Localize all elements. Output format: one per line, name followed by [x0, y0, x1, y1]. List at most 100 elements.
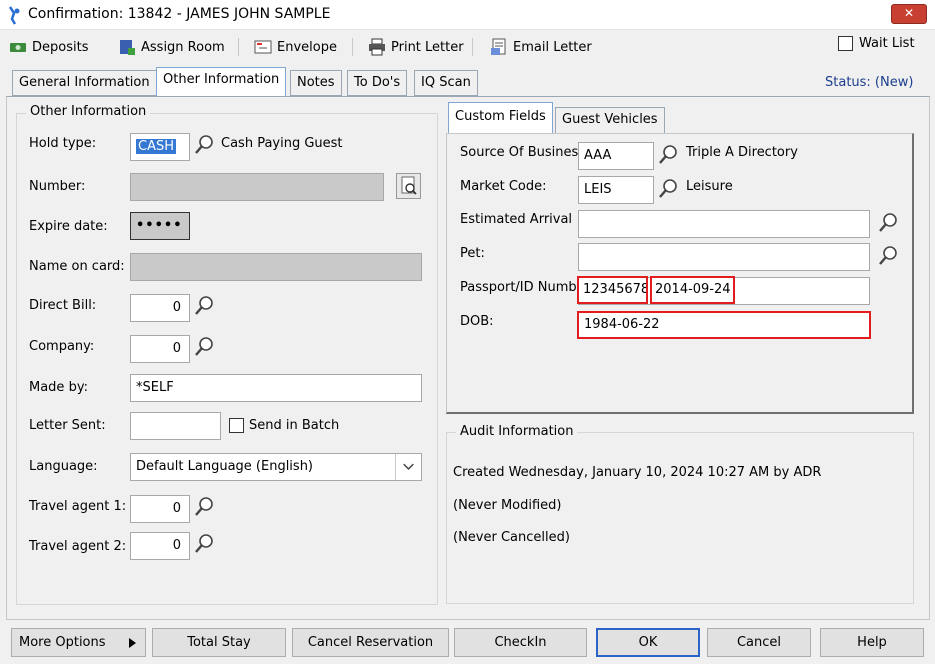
language-label: Language:: [29, 459, 98, 474]
more-options-button[interactable]: More Options: [11, 628, 146, 657]
tab-iq-scan[interactable]: IQ Scan: [414, 70, 478, 96]
search-icon[interactable]: [193, 294, 215, 318]
audit-created-text: Created Wednesday, January 10, 2024 10:2…: [453, 465, 822, 480]
deposits-button[interactable]: Deposits: [9, 36, 88, 58]
language-select[interactable]: Default Language (English): [130, 453, 422, 481]
name-on-card-label: Name on card:: [29, 259, 125, 274]
hold-type-description: Cash Paying Guest: [221, 136, 343, 151]
wait-list-label: Wait List: [859, 36, 915, 51]
company-input[interactable]: 0: [130, 335, 190, 363]
chevron-down-icon[interactable]: [395, 454, 421, 480]
search-icon[interactable]: [193, 532, 215, 556]
lookup-document-icon[interactable]: [396, 173, 421, 199]
wait-list-check[interactable]: [838, 36, 853, 51]
expire-date-label: Expire date:: [29, 219, 108, 234]
number-label: Number:: [29, 179, 86, 194]
printer-icon: [369, 38, 385, 56]
search-icon[interactable]: [193, 495, 215, 519]
passport-id-label: Passport/ID Numbe: [460, 280, 578, 295]
other-information-legend: Other Information: [26, 104, 151, 119]
name-on-card-input[interactable]: [130, 253, 422, 281]
audit-cancelled-text: (Never Cancelled): [453, 530, 570, 545]
tab-other-information[interactable]: Other Information: [156, 67, 287, 97]
passport-date-field[interactable]: 2014-09-24: [650, 276, 735, 304]
language-value: Default Language (English): [136, 459, 314, 474]
audit-information-group: [446, 432, 914, 604]
travel-agent-2-input[interactable]: 0: [130, 532, 190, 560]
assign-room-button[interactable]: Assign Room: [118, 36, 225, 58]
search-icon[interactable]: [877, 211, 899, 235]
app-icon: [8, 6, 20, 25]
tab-notes[interactable]: Notes: [290, 70, 342, 96]
direct-bill-input[interactable]: 0: [130, 294, 190, 322]
made-by-input[interactable]: *SELF: [130, 374, 422, 402]
assign-room-label: Assign Room: [141, 39, 225, 55]
dob-label: DOB:: [460, 314, 494, 329]
toolbar-divider: [472, 38, 473, 56]
estimated-arrival-input[interactable]: [578, 210, 870, 238]
number-input[interactable]: [130, 173, 384, 201]
checkin-button[interactable]: CheckIn: [454, 628, 587, 657]
search-icon[interactable]: [877, 244, 899, 268]
search-icon[interactable]: [193, 133, 215, 157]
help-button[interactable]: Help: [820, 628, 924, 657]
pet-label: Pet:: [460, 246, 485, 261]
print-letter-label: Print Letter: [391, 39, 464, 55]
wait-list-checkbox[interactable]: Wait List: [838, 36, 915, 51]
tab-general-information[interactable]: General Information: [12, 70, 157, 96]
hold-type-input[interactable]: CASH: [130, 133, 190, 161]
send-in-batch-checkbox[interactable]: Send in Batch: [229, 418, 339, 433]
market-code-label: Market Code:: [460, 179, 547, 194]
search-icon[interactable]: [657, 143, 679, 167]
pet-input[interactable]: [578, 243, 870, 271]
tab-to-dos[interactable]: To Do's: [347, 70, 408, 96]
print-letter-button[interactable]: Print Letter: [368, 36, 464, 58]
hold-type-label: Hold type:: [29, 136, 97, 151]
deposits-label: Deposits: [32, 39, 89, 55]
toolbar-divider: [352, 38, 353, 56]
close-button[interactable]: ✕: [891, 4, 927, 24]
letter-sent-input[interactable]: [130, 412, 221, 440]
envelope-icon: [254, 40, 272, 54]
hold-type-value: CASH: [136, 139, 176, 154]
arrow-right-icon: [129, 638, 136, 648]
passport-number-field[interactable]: 12345678: [577, 276, 648, 304]
send-in-batch-check[interactable]: [229, 418, 244, 433]
dob-input[interactable]: 1984-06-22: [577, 311, 871, 339]
email-icon: [491, 38, 506, 55]
subtab-custom-fields[interactable]: Custom Fields: [448, 102, 553, 134]
travel-agent-1-label: Travel agent 1:: [29, 499, 127, 514]
ok-button[interactable]: OK: [596, 628, 700, 657]
envelope-label: Envelope: [277, 39, 337, 55]
title-bar: Confirmation: 13842 - JAMES JOHN SAMPLE …: [0, 0, 935, 30]
email-letter-button[interactable]: Email Letter: [490, 36, 592, 58]
direct-bill-label: Direct Bill:: [29, 298, 97, 313]
status-text: Status: (New): [825, 75, 914, 90]
more-options-label: More Options: [19, 635, 106, 650]
envelope-button[interactable]: Envelope: [254, 36, 337, 58]
search-icon[interactable]: [657, 177, 679, 201]
source-of-business-description: Triple A Directory: [686, 145, 798, 160]
toolbar-divider: [238, 38, 239, 56]
total-stay-button[interactable]: Total Stay: [152, 628, 286, 657]
cancel-reservation-button[interactable]: Cancel Reservation: [292, 628, 449, 657]
custom-fields-panel: [446, 133, 914, 414]
email-letter-label: Email Letter: [513, 39, 592, 55]
source-of-business-label: Source Of Busines: [460, 145, 579, 160]
room-icon: [120, 40, 135, 55]
cancel-button[interactable]: Cancel: [707, 628, 811, 657]
travel-agent-1-input[interactable]: 0: [130, 495, 190, 523]
search-icon[interactable]: [193, 335, 215, 359]
market-code-description: Leisure: [686, 179, 733, 194]
expire-date-input[interactable]: •••••: [130, 212, 190, 240]
window-title: Confirmation: 13842 - JAMES JOHN SAMPLE: [28, 6, 331, 22]
money-icon: [10, 43, 26, 52]
travel-agent-2-label: Travel agent 2:: [29, 539, 127, 554]
audit-information-legend: Audit Information: [456, 424, 578, 439]
subtab-guest-vehicles[interactable]: Guest Vehicles: [555, 107, 665, 134]
market-code-input[interactable]: LEIS: [578, 176, 654, 204]
source-of-business-input[interactable]: AAA: [578, 142, 654, 170]
made-by-label: Made by:: [29, 380, 88, 395]
company-label: Company:: [29, 339, 95, 354]
send-in-batch-label: Send in Batch: [249, 418, 340, 433]
